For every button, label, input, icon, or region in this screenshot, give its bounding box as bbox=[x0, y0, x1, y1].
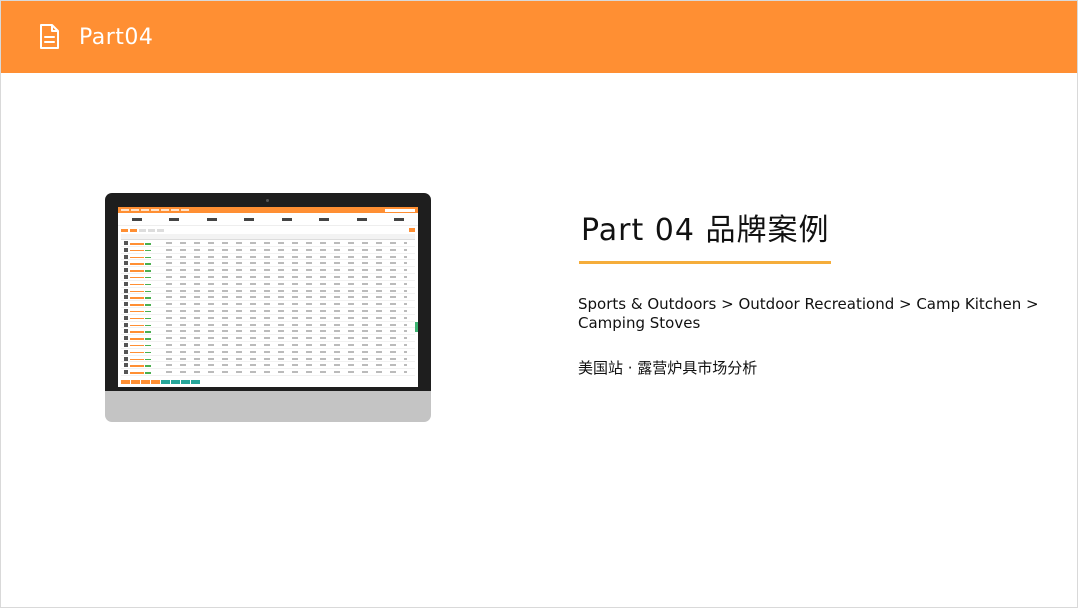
screenshot-stats-row bbox=[118, 213, 418, 226]
screenshot-toolbar bbox=[118, 226, 418, 234]
section-title: Part 04 品牌案例 bbox=[581, 213, 830, 248]
monitor-chin bbox=[105, 391, 431, 422]
header-bar: Part04 bbox=[1, 1, 1077, 73]
monitor-camera bbox=[266, 199, 269, 202]
section-subtitle: 美国站 · 露营炉具市场分析 bbox=[578, 359, 758, 377]
screenshot-scroll-indicator bbox=[415, 322, 418, 332]
slide: Part04 Part 04 品牌案例 Sports & Outdoors > … bbox=[0, 0, 1078, 608]
screenshot-bottom-buttons bbox=[121, 380, 200, 384]
monitor-screen-screenshot bbox=[118, 207, 418, 387]
category-breadcrumb: Sports & Outdoors > Outdoor Recreationd … bbox=[578, 295, 1039, 332]
title-underline bbox=[579, 261, 831, 264]
monitor-mockup-image bbox=[105, 193, 431, 422]
screenshot-table-rows bbox=[121, 240, 415, 376]
header-title: Part04 bbox=[79, 24, 154, 50]
monitor-bezel bbox=[105, 193, 431, 391]
document-icon bbox=[40, 24, 59, 49]
